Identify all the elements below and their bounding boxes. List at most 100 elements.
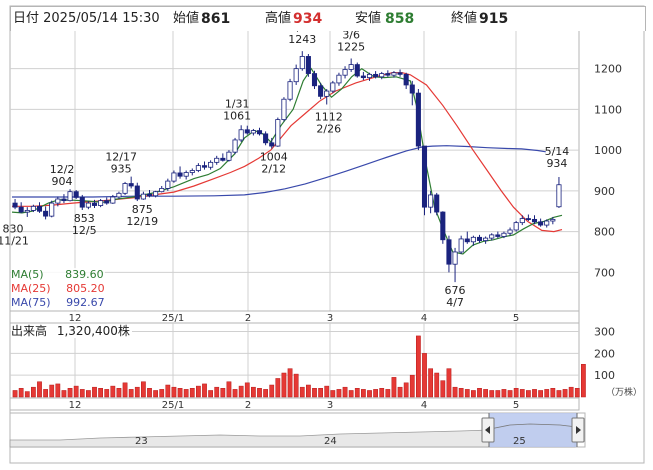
volume-xtick-12: 12 <box>69 400 82 411</box>
candle <box>275 117 281 147</box>
volume-bar <box>428 368 434 398</box>
ma5-label: MA(5) <box>11 268 44 281</box>
volume-bar <box>574 388 580 398</box>
quote-header: 日付 2025/05/14 15:30 始値 861 高値 934 安値 858… <box>10 6 646 31</box>
volume-bar <box>98 388 103 398</box>
volume-bar <box>104 389 110 398</box>
volume-ytick-100: 100 <box>594 369 615 382</box>
volume-bar <box>67 388 73 398</box>
candle-body <box>452 251 458 265</box>
price-ytick-1200: 1200 <box>594 63 622 76</box>
volume-bar <box>513 388 519 398</box>
candle-body <box>293 68 299 83</box>
candle-body <box>43 210 49 217</box>
candle <box>226 150 232 162</box>
candle-body <box>116 192 122 198</box>
candle-body <box>495 234 501 237</box>
candle-body <box>110 196 116 204</box>
candle-body <box>250 130 256 134</box>
annotation-11/21-b: 11/21 <box>0 234 29 247</box>
volume-bar <box>12 390 18 398</box>
volume-bar <box>477 388 482 398</box>
candle-body <box>153 191 159 197</box>
candle-body <box>165 180 171 189</box>
volume-bar <box>409 374 415 398</box>
high-value: 934 <box>293 11 323 27</box>
navigator-label-24: 24 <box>324 436 337 447</box>
volume-bar <box>110 385 116 398</box>
close-value: 915 <box>479 11 509 27</box>
volume-bar <box>373 389 379 398</box>
candle-body <box>409 84 415 94</box>
candle-body <box>220 157 226 161</box>
stock-chart-frame: 83011/2112/290485312/512/1793587512/191/… <box>0 5 645 464</box>
volume-bar <box>526 390 531 398</box>
price-xtick-25/1: 25/1 <box>162 313 184 324</box>
price-ytick-1100: 1100 <box>594 103 622 116</box>
candle-body <box>104 200 110 204</box>
volume-bar <box>312 388 317 398</box>
volume-title-value: 1,320,400株 <box>56 324 130 338</box>
volume-bar <box>452 386 458 398</box>
candle-body <box>269 142 275 147</box>
candle-body <box>403 73 409 86</box>
range-navigator[interactable]: 23 24 25 <box>9 412 586 448</box>
candle-body <box>85 202 91 208</box>
candle-body <box>189 170 195 173</box>
annotation-12/5-b: 12/5 <box>72 224 97 237</box>
candle <box>440 211 446 244</box>
close-label: 終値 <box>451 11 478 26</box>
candle <box>434 192 440 216</box>
candle-body <box>360 75 366 79</box>
navigator-selection[interactable] <box>489 413 577 447</box>
candle-body <box>79 196 85 208</box>
candle <box>232 137 238 155</box>
annotation-3/6-b: 1225 <box>337 40 365 53</box>
volume-bar <box>287 368 293 398</box>
volume-bar <box>385 389 391 398</box>
candle-body <box>226 151 232 161</box>
candle-body <box>201 165 208 168</box>
navigator-left-handle[interactable] <box>481 417 495 443</box>
ma75-label: MA(75) <box>11 296 51 309</box>
candle <box>287 78 293 102</box>
navigator-right-handle[interactable] <box>571 417 585 443</box>
candle-body <box>476 236 483 241</box>
candle-body <box>470 236 476 243</box>
volume-bar <box>483 389 489 398</box>
candle-body <box>49 202 55 217</box>
candle-body <box>550 218 556 222</box>
volume-bar <box>568 386 574 398</box>
candle-body <box>446 239 452 265</box>
volume-bar <box>416 335 421 398</box>
volume-bar <box>336 389 342 398</box>
candle-body <box>195 165 201 171</box>
volume-bar <box>171 386 177 398</box>
volume-bar <box>550 388 556 398</box>
candle-body <box>519 218 525 224</box>
annotation-1/31-b: 1061 <box>223 109 251 122</box>
volume-bar <box>318 388 324 398</box>
volume-bar <box>446 368 452 398</box>
candle-body <box>544 220 550 226</box>
candle-body <box>146 193 153 197</box>
candle-body <box>513 222 519 231</box>
volume-bar <box>538 390 544 398</box>
volume-bar <box>86 390 91 398</box>
volume-title: 出来高 1,320,400株 <box>11 324 132 338</box>
volume-bar <box>257 388 262 398</box>
candle-body <box>354 64 360 77</box>
ma25-label: MA(25) <box>11 282 51 295</box>
ma5-value: 839.60 <box>65 268 104 281</box>
volume-bar <box>49 384 55 398</box>
volume-bar <box>79 389 85 398</box>
candle-body <box>159 188 165 193</box>
candle-body <box>67 191 73 202</box>
candle-body <box>299 56 305 70</box>
high-label: 高値 <box>265 11 292 26</box>
candle <box>263 131 269 146</box>
volume-bar <box>232 389 238 398</box>
volume-bar <box>281 372 287 398</box>
volume-bar <box>183 389 189 398</box>
candle-body <box>30 205 36 211</box>
